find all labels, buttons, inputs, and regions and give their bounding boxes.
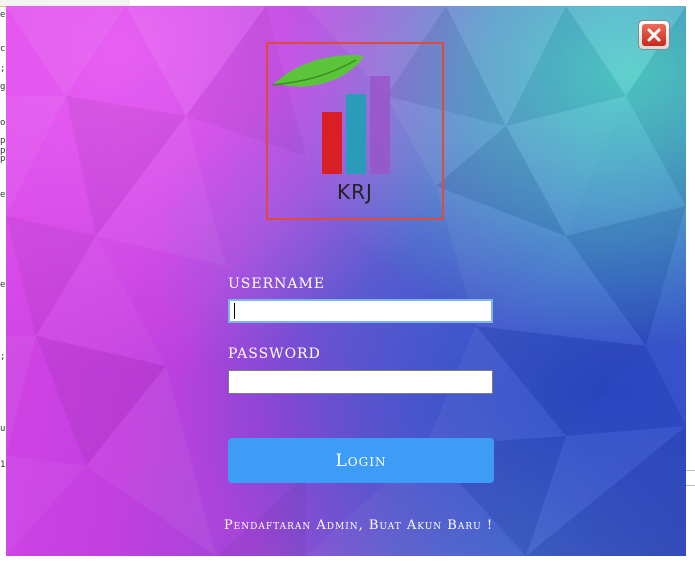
close-icon <box>642 24 666 46</box>
background-text: p <box>0 154 6 164</box>
background-text: e <box>0 190 6 200</box>
background-text: g <box>0 82 6 92</box>
background-text: e <box>0 280 6 290</box>
close-button[interactable] <box>638 20 670 50</box>
username-label: USERNAME <box>228 276 326 292</box>
register-admin-link[interactable]: Pendaftaran Admin, Buat Akun Baru ! <box>6 518 686 533</box>
login-button[interactable]: Login <box>228 438 494 483</box>
background-text: e <box>0 10 6 20</box>
background-text: u <box>0 424 6 434</box>
background-text: o <box>0 118 6 128</box>
background-divider <box>686 485 695 486</box>
background-text: c <box>0 44 6 54</box>
background-text: p <box>0 136 6 146</box>
login-window: KRJ USERNAME PASSWORD Login Pendaftaran … <box>6 6 686 556</box>
app-logo: KRJ <box>266 42 444 220</box>
background-divider <box>686 470 695 471</box>
logo-text: KRJ <box>337 180 373 204</box>
password-label: PASSWORD <box>228 346 321 362</box>
background-text: 1 <box>0 460 6 470</box>
text-caret <box>234 303 235 319</box>
background-text: ; <box>0 64 6 74</box>
username-input[interactable] <box>228 299 493 323</box>
background-text: ; <box>0 352 6 362</box>
password-input[interactable] <box>228 370 493 394</box>
